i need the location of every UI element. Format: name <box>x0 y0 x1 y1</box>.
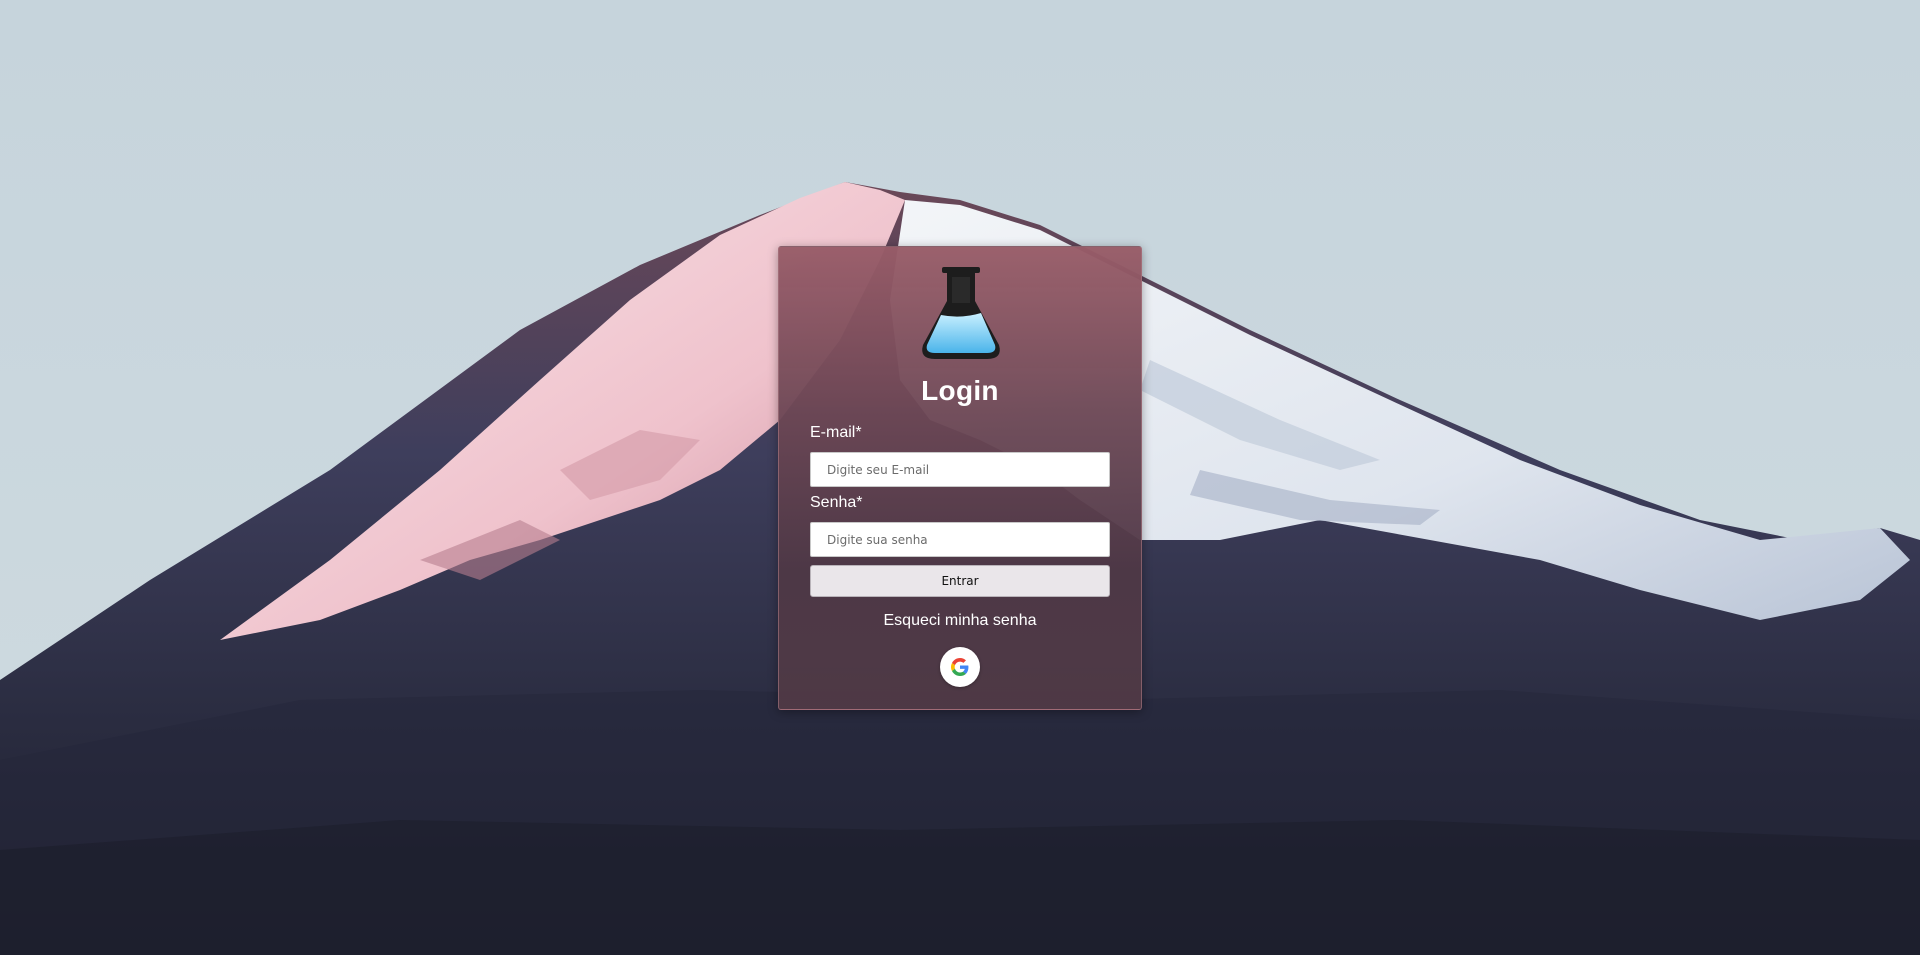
google-login-button[interactable] <box>940 647 980 687</box>
flask-icon <box>922 267 1000 359</box>
login-submit-button[interactable]: Entrar <box>810 565 1110 597</box>
forgot-password-link[interactable]: Esqueci minha senha <box>779 612 1141 630</box>
login-card: Login E-mail* Senha* Entrar Esqueci minh… <box>778 246 1142 710</box>
page-title: Login <box>921 375 999 406</box>
password-field[interactable] <box>810 522 1110 557</box>
email-label: E-mail* <box>810 424 862 441</box>
password-label: Senha* <box>810 494 863 511</box>
email-field[interactable] <box>810 452 1110 487</box>
google-icon <box>951 658 969 676</box>
